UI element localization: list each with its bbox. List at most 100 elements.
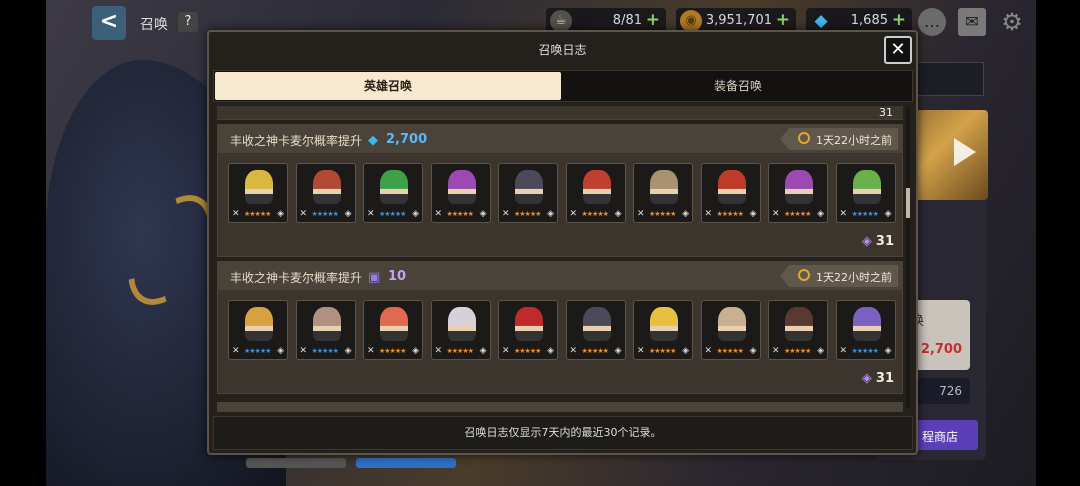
hero-portrait	[515, 307, 543, 341]
element-icon: ◈	[614, 346, 622, 356]
close-button[interactable]: ✕	[884, 36, 912, 64]
bottom-button-left[interactable]	[246, 458, 346, 468]
star-rating-icon: ★★★★★	[311, 210, 339, 218]
hero-portrait	[312, 170, 341, 204]
tab-bar: 英雄召唤 装备召唤	[213, 70, 913, 102]
element-icon: ◈	[682, 209, 689, 219]
weapon-type-icon: ✕	[569, 209, 578, 219]
hero-card[interactable]: ✕ ★★★★★ ◈	[430, 163, 491, 223]
help-button[interactable]: ?	[178, 12, 198, 32]
hero-portrait	[582, 307, 611, 341]
mail-icon[interactable]: ✉	[958, 8, 986, 36]
scrollbar[interactable]	[906, 108, 910, 408]
star-rating-icon: ★★★★★	[379, 210, 406, 218]
weapon-type-icon: ✕	[704, 209, 713, 219]
weapon-type-icon: ✕	[637, 346, 645, 356]
hero-card[interactable]: ✕ ★★★★★ ◈	[228, 163, 288, 223]
element-icon: ◈	[412, 346, 419, 356]
hero-card[interactable]: ✕ ★★★★★ ◈	[835, 300, 896, 360]
hero-card[interactable]: ✕ ★★★★★ ◈	[565, 300, 626, 360]
weapon-type-icon: ✕	[704, 346, 713, 356]
hero-card[interactable]: ✕ ★★★★★ ◈	[363, 300, 423, 360]
star-rating-icon: ★★★★★	[784, 210, 811, 218]
hero-card[interactable]: ✕ ★★★★★ ◈	[565, 163, 626, 223]
weapon-type-icon: ✕	[839, 346, 848, 356]
element-icon: ◈	[817, 209, 824, 219]
element-icon: ◈	[479, 346, 487, 356]
tab-hero-summon[interactable]: 英雄召唤	[215, 72, 561, 100]
hero-portrait	[447, 307, 476, 341]
back-button[interactable]: <	[92, 6, 126, 40]
element-icon: ◈	[614, 209, 622, 219]
element-icon: ◈	[817, 346, 824, 356]
hero-card[interactable]: ✕ ★★★★★ ◈	[228, 300, 288, 360]
hero-portrait	[650, 307, 678, 341]
hero-card[interactable]: ✕ ★★★★★ ◈	[700, 300, 761, 360]
diamond-icon: ◆	[814, 11, 828, 31]
clock-icon	[798, 132, 810, 144]
hero-portrait	[785, 170, 813, 204]
entry-time: 1天22小时之前	[816, 134, 892, 147]
summon-log-list[interactable]: 31 丰收之神卡麦尔概率提升 ◆ 2,700 1天22小时之前 ✕ ★★★★★ ◈ ✕…	[217, 106, 907, 412]
hero-card[interactable]: ✕ ★★★★★ ◈	[295, 163, 356, 223]
tab-equipment-summon[interactable]: 装备召唤	[565, 72, 911, 100]
hero-card[interactable]: ✕ ★★★★★ ◈	[835, 163, 896, 223]
star-rating-icon: ★★★★★	[446, 347, 474, 355]
star-rating-icon: ★★★★★	[446, 210, 474, 218]
hero-portrait	[582, 170, 611, 204]
weapon-type-icon: ✕	[367, 346, 375, 356]
hero-card[interactable]: ✕ ★★★★★ ◈	[768, 163, 828, 223]
element-icon: ◈	[547, 209, 554, 219]
hero-card[interactable]: ✕ ★★★★★ ◈	[295, 300, 356, 360]
hero-card[interactable]: ✕ ★★★★★ ◈	[498, 300, 558, 360]
chat-icon[interactable]: …	[918, 8, 946, 36]
scrollbar-thumb[interactable]	[906, 188, 910, 218]
hero-card[interactable]: ✕ ★★★★★ ◈	[633, 163, 693, 223]
hero-card[interactable]: ✕ ★★★★★ ◈	[633, 300, 693, 360]
add-diamond-button[interactable]: +	[892, 10, 906, 30]
element-icon: ◈	[749, 346, 757, 356]
star-rating-icon: ★★★★★	[514, 210, 541, 218]
entry-count: ◈ 31	[862, 371, 894, 386]
weapon-type-icon: ✕	[772, 209, 780, 219]
hero-grid: ✕ ★★★★★ ◈ ✕ ★★★★★ ◈ ✕ ★★★★★ ◈ ✕ ★★★★★ ◈ ✕ ★★★★★ ◈ ✕ ★★★★…	[228, 163, 898, 223]
element-icon: ◈	[412, 209, 419, 219]
weapon-type-icon: ✕	[772, 346, 780, 356]
hero-portrait	[245, 307, 273, 341]
diamond-icon: ◆	[368, 133, 378, 148]
list-item-partial	[217, 402, 903, 412]
star-rating-icon: ★★★★★	[851, 347, 879, 355]
hero-portrait	[380, 307, 408, 341]
footer-note: 召唤日志仅显示7天内的最近30个记录。	[213, 416, 913, 450]
partial-count: 31	[879, 106, 893, 119]
hero-portrait	[245, 170, 273, 204]
hero-portrait	[717, 170, 746, 204]
bottom-button-right[interactable]	[356, 458, 456, 468]
hero-card[interactable]: ✕ ★★★★★ ◈	[430, 300, 491, 360]
star-rating-icon: ★★★★★	[716, 347, 744, 355]
play-icon[interactable]	[954, 138, 976, 166]
star-rating-icon: ★★★★★	[244, 347, 271, 355]
weapon-type-icon: ✕	[299, 209, 308, 219]
clock-icon	[798, 269, 810, 281]
crystal-icon: ◈	[861, 371, 872, 386]
hero-card[interactable]: ✕ ★★★★★ ◈	[498, 163, 558, 223]
weapon-type-icon: ✕	[569, 346, 578, 356]
add-gold-button[interactable]: +	[776, 10, 790, 30]
hero-portrait	[447, 170, 476, 204]
summon-log-dialog: 召唤日志 ✕ 英雄召唤 装备召唤 31 丰收之神卡麦尔概率提升 ◆ 2,700 …	[207, 30, 918, 455]
hero-card[interactable]: ✕ ★★★★★ ◈	[363, 163, 423, 223]
weapon-type-icon: ✕	[502, 209, 510, 219]
element-icon: ◈	[344, 346, 352, 356]
gear-icon[interactable]: ⚙	[998, 8, 1026, 36]
gold-coin-icon: ◉	[680, 10, 702, 32]
entry-cost: 10	[388, 269, 407, 284]
element-icon: ◈	[749, 209, 757, 219]
weapon-type-icon: ✕	[839, 209, 848, 219]
coffee-icon: ☕	[550, 10, 572, 32]
add-stamina-button[interactable]: +	[646, 10, 660, 30]
hero-card[interactable]: ✕ ★★★★★ ◈	[700, 163, 761, 223]
hero-portrait	[312, 307, 341, 341]
hero-card[interactable]: ✕ ★★★★★ ◈	[768, 300, 828, 360]
hero-portrait	[515, 170, 543, 204]
